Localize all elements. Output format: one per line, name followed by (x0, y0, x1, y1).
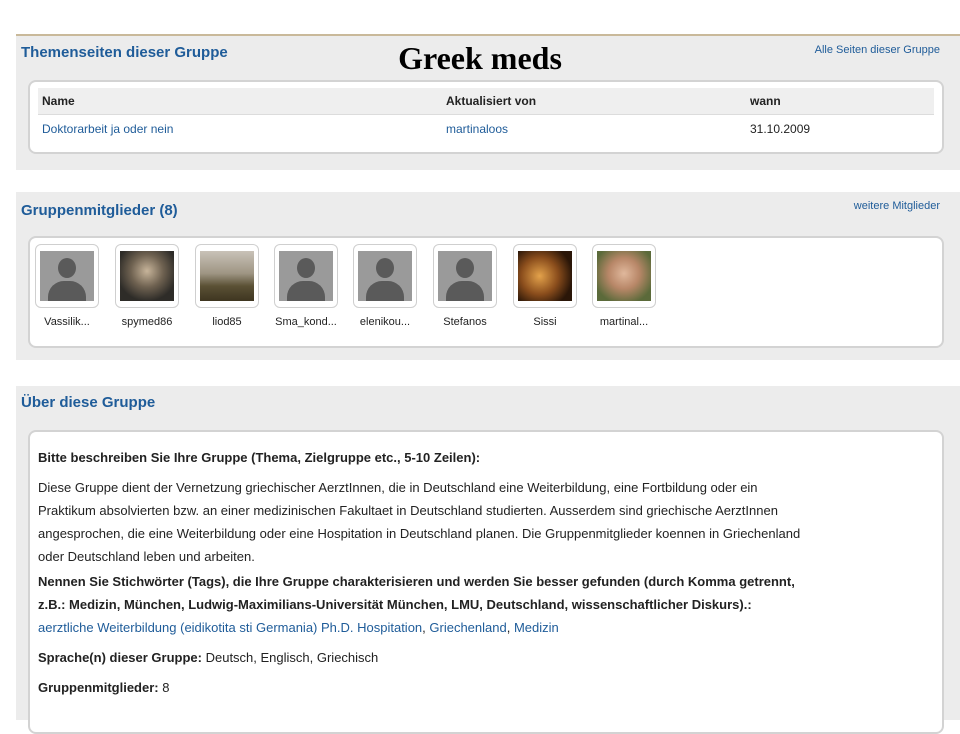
avatar-frame (353, 244, 417, 308)
avatar-frame (195, 244, 259, 308)
themenseiten-table: Name Aktualisiert von wann Doktorarbeit … (28, 80, 944, 154)
about-panel: Über diese Gruppe Bitte beschreiben Sie … (16, 386, 960, 734)
describe-line: Diese Gruppe dient der Vernetzung griech… (38, 480, 758, 495)
tag-link[interactable]: Griechenland (429, 620, 506, 635)
member-name: Sma_kond... (275, 316, 337, 328)
members-box: Vassilik... spymed86 liod85 Sma_kond... … (28, 236, 944, 348)
table-header: Name Aktualisiert von wann (38, 88, 934, 115)
member-card[interactable]: Sma_kond... (271, 244, 341, 328)
avatar-frame (35, 244, 99, 308)
tags-list: aerztliche Weiterbildung (eidikotita sti… (38, 616, 932, 640)
member-card[interactable]: Stefanos (430, 244, 500, 328)
members-title: Gruppenmitglieder (8) (21, 202, 178, 219)
avatar (200, 251, 254, 301)
member-card[interactable]: Vassilik... (32, 244, 102, 328)
describe-line: angesprochen, die eine Weiterbildung ode… (38, 526, 801, 541)
tags-label: Nennen Sie Stichwörter (Tags), die Ihre … (38, 574, 795, 589)
default-avatar-icon (279, 251, 333, 301)
language-label: Sprache(n) dieser Gruppe: (38, 650, 202, 665)
describe-line: Praktikum absolvierten bzw. an einer med… (38, 503, 778, 518)
member-card[interactable]: Sissi (510, 244, 580, 328)
updated-date: 31.10.2009 (750, 122, 811, 136)
avatar-frame (433, 244, 497, 308)
member-name: elenikou... (359, 316, 411, 328)
tag-link[interactable]: aerztliche Weiterbildung (eidikotita sti… (38, 620, 422, 635)
avatar-frame (115, 244, 179, 308)
default-avatar-icon (358, 251, 412, 301)
avatar-frame (513, 244, 577, 308)
page-name-link[interactable]: Doktorarbeit ja oder nein (42, 122, 173, 136)
member-name: Vassilik... (44, 316, 90, 328)
describe-label: Bitte beschreiben Sie Ihre Gruppe (Thema… (38, 450, 481, 465)
member-name: martinal... (599, 316, 649, 328)
updated-by-link[interactable]: martinaloos (446, 122, 508, 136)
member-card[interactable]: liod85 (192, 244, 262, 328)
language-value: Deutsch, Englisch, Griechisch (201, 650, 379, 665)
tag-link[interactable]: Medizin (514, 620, 559, 635)
avatar (597, 251, 651, 301)
tags-label: z.B.: Medizin, München, Ludwig-Maximilia… (38, 597, 752, 612)
column-when: wann (750, 94, 781, 108)
default-avatar-icon (438, 251, 492, 301)
member-name: Sissi (533, 316, 557, 328)
member-name: liod85 (212, 316, 242, 328)
member-name: Stefanos (443, 316, 487, 328)
overlay-title: Greek meds (398, 40, 562, 76)
about-box: Bitte beschreiben Sie Ihre Gruppe (Thema… (28, 430, 944, 734)
column-updated-by: Aktualisiert von (446, 94, 537, 108)
member-card[interactable]: martinal... (589, 244, 659, 328)
avatar-frame (274, 244, 338, 308)
member-count-value: 8 (158, 680, 170, 695)
avatar (120, 251, 174, 301)
more-members-link[interactable]: weitere Mitglieder (854, 200, 940, 212)
member-count-label: Gruppenmitglieder: (38, 680, 159, 695)
avatar (518, 251, 572, 301)
default-avatar-icon (40, 251, 94, 301)
avatar-frame (592, 244, 656, 308)
member-card[interactable]: spymed86 (112, 244, 182, 328)
describe-line: oder Deutschland leben und arbeiten. (38, 549, 255, 564)
member-name: spymed86 (121, 316, 173, 328)
member-count-row: Gruppenmitglieder: 8 (38, 676, 932, 700)
tag-separator: , (506, 620, 514, 635)
language-row: Sprache(n) dieser Gruppe: Deutsch, Engli… (38, 646, 932, 670)
members-panel: Gruppenmitglieder (8) weitere Mitglieder… (16, 192, 960, 360)
column-name: Name (42, 94, 75, 108)
about-title: Über diese Gruppe (21, 394, 156, 411)
member-card[interactable]: elenikou... (350, 244, 420, 328)
